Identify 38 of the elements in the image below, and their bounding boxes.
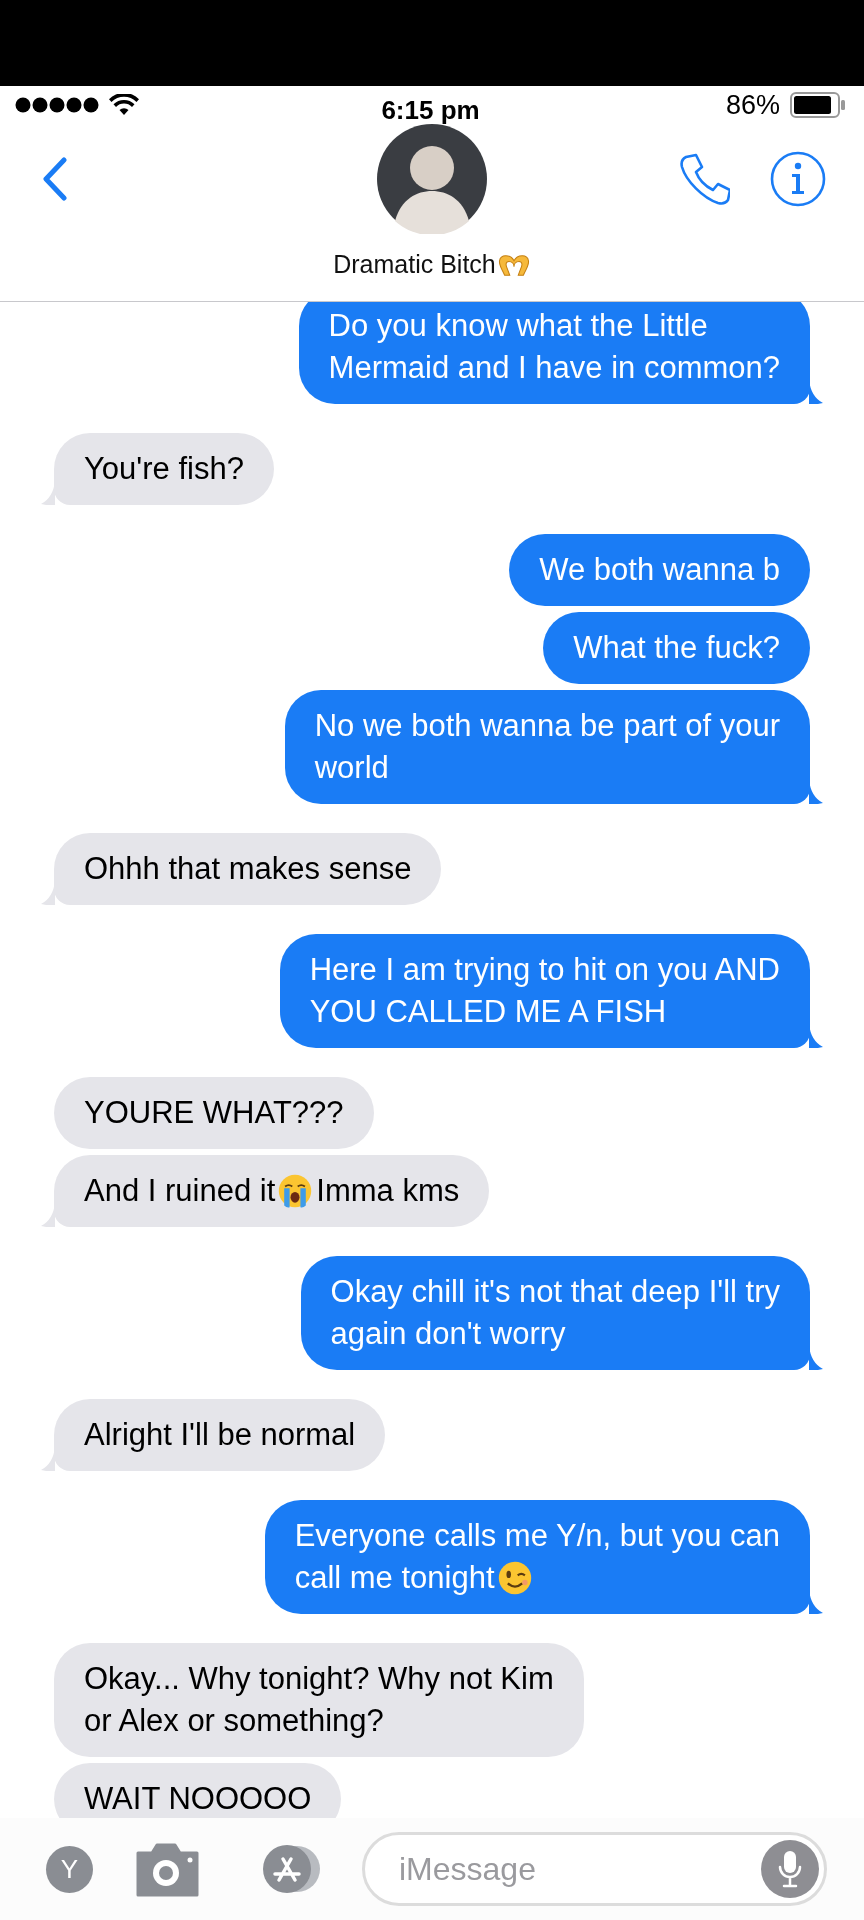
message-text: or Alex or something? — [84, 1702, 384, 1740]
message-text: Okay chill it's not that deep I'll try — [330, 1273, 780, 1311]
crying-face-icon — [277, 1173, 314, 1209]
message-text: Alright I'll be normal — [84, 1416, 356, 1454]
message-text: And I ruined it — [84, 1172, 276, 1210]
phone-icon[interactable] — [678, 153, 730, 205]
winking-face-icon — [496, 1560, 533, 1596]
avatar[interactable] — [377, 124, 487, 234]
wifi-icon — [109, 94, 139, 116]
info-icon[interactable] — [770, 151, 826, 207]
app-store-icon[interactable] — [261, 1844, 323, 1894]
message-text: What the fuck? — [573, 629, 780, 667]
message-text: world — [314, 749, 389, 787]
battery-percentage: 86% — [725, 89, 780, 121]
message-text: Okay... Why tonight? Why not Kim — [84, 1660, 554, 1698]
message-text: We both wanna b — [539, 551, 780, 589]
message-text: Mermaid and I have in common? — [328, 349, 780, 387]
message-text: Here I am trying to hit on you AND — [309, 951, 780, 989]
message-text: Imma kms — [316, 1172, 460, 1210]
camera-icon[interactable] — [134, 1841, 201, 1897]
message-text: Ohhh that makes sense — [84, 850, 412, 888]
message-text: WAIT NOOOOO — [84, 1780, 312, 1818]
apps-button[interactable]: Y — [46, 1845, 93, 1893]
contact-name: Dramatic Bitch — [333, 250, 496, 279]
back-icon[interactable] — [42, 157, 68, 201]
status-time: 6:15 pm — [381, 94, 480, 126]
message-text: No we both wanna be part of your — [314, 707, 780, 745]
message-text: call me tonight — [294, 1559, 495, 1597]
message-text: You're fish? — [84, 450, 244, 488]
message-text: Everyone calls me Y/n, but you can — [294, 1517, 780, 1555]
message-text: YOU CALLED ME A FISH — [309, 993, 667, 1031]
message-text: Do you know what the Little — [328, 307, 708, 345]
message-text: YOURE WHAT??? — [84, 1094, 344, 1132]
signal-icon — [15, 97, 99, 113]
microphone-icon — [778, 1849, 802, 1889]
message-field[interactable]: iMessage — [362, 1832, 827, 1906]
message-text: again don't worry — [330, 1315, 566, 1353]
battery-icon — [790, 92, 846, 118]
